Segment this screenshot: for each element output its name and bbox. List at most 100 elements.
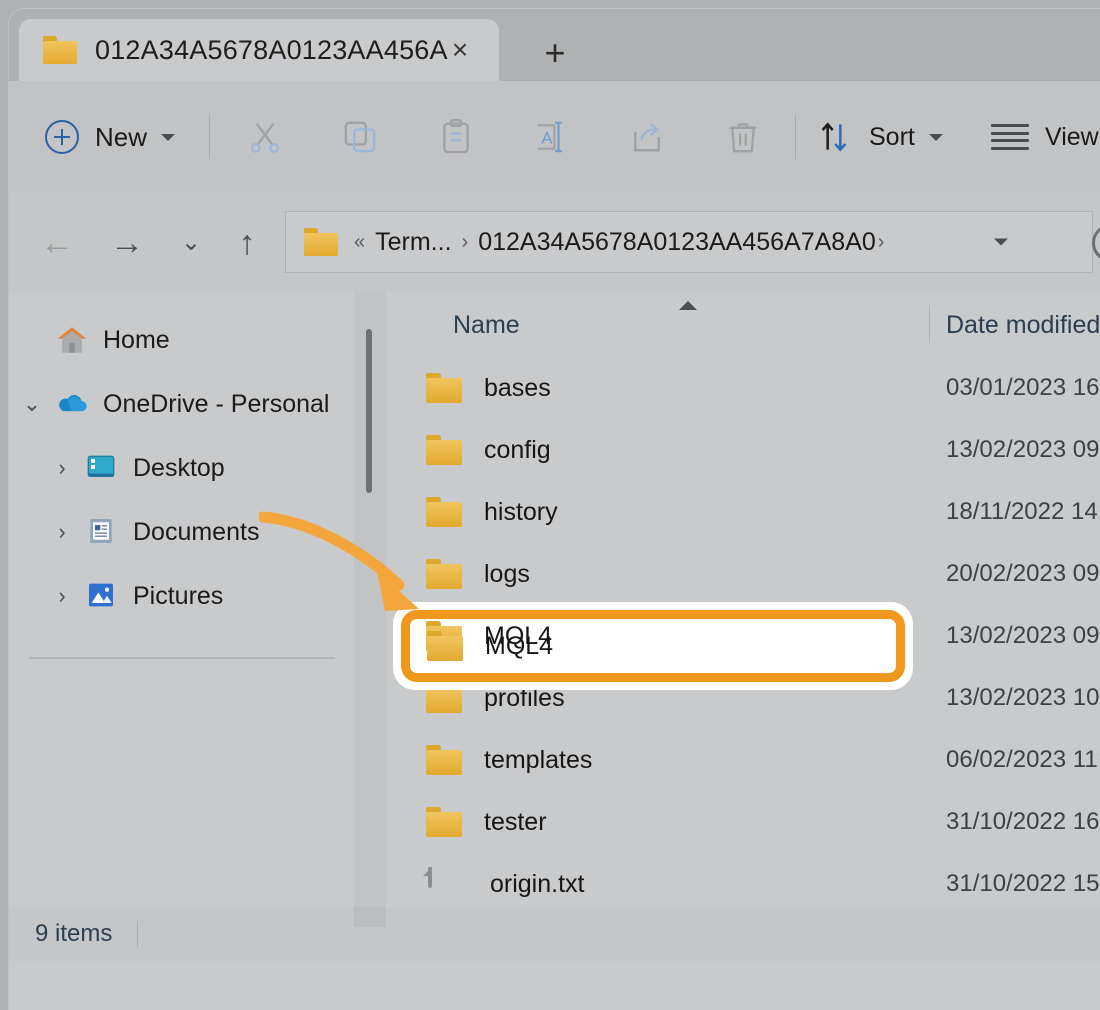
copy-button[interactable] <box>332 109 388 165</box>
table-row[interactable]: tester 31/10/2022 16:0 <box>386 791 1100 853</box>
copy-icon <box>344 121 376 153</box>
up-button[interactable]: ↑ <box>221 217 273 269</box>
breadcrumb-current[interactable]: 012A34A5678A0123AA456A7A8A0 <box>478 228 876 257</box>
file-name: MQL4 <box>485 631 554 660</box>
rename-button[interactable]: A <box>523 109 579 165</box>
column-divider[interactable] <box>929 305 930 343</box>
breadcrumb-separator-end[interactable]: › <box>878 231 885 254</box>
highlighted-item-mql4[interactable]: MQL4 <box>409 610 889 682</box>
address-folder-icon <box>304 228 338 256</box>
status-corner-block <box>354 907 386 927</box>
folder-icon <box>426 373 462 403</box>
status-divider <box>137 921 138 947</box>
forward-button[interactable]: → <box>101 217 153 269</box>
column-header-date-modified[interactable]: Date modified <box>946 311 1100 340</box>
file-name: origin.txt <box>490 869 585 898</box>
sidebar-item-label: OneDrive - Personal <box>103 389 330 418</box>
paste-icon <box>443 119 469 154</box>
sort-arrows-icon <box>821 122 847 152</box>
chevron-right-icon[interactable]: › <box>39 583 85 609</box>
sort-ascending-icon <box>679 301 697 310</box>
new-button-label: New <box>95 121 148 152</box>
chevron-down-icon <box>928 133 943 141</box>
toolbar-divider <box>209 115 210 159</box>
navigation-pane: Home ⌄ OneDrive - Personal › Desktop › D… <box>9 293 354 961</box>
new-tab-icon[interactable]: + <box>529 29 581 77</box>
sort-button[interactable]: Sort <box>815 109 943 165</box>
plus-circle-icon <box>45 120 79 154</box>
file-name: history <box>484 497 558 526</box>
search-icon[interactable] <box>1092 224 1100 262</box>
table-row[interactable]: history 18/11/2022 14:3 <box>386 481 1100 543</box>
trash-icon <box>729 123 757 153</box>
file-date: 18/11/2022 14:3 <box>946 498 1100 525</box>
share-button[interactable] <box>619 109 675 165</box>
address-bar[interactable]: « Term... › 012A34A5678A0123AA456A7A8A0 … <box>285 211 1093 273</box>
folder-icon <box>426 435 462 465</box>
breadcrumb-parent[interactable]: Term... <box>375 228 451 257</box>
address-chevron-down-icon[interactable] <box>994 238 1008 246</box>
view-button[interactable]: View <box>991 109 1099 165</box>
onedrive-cloud-icon <box>55 387 89 421</box>
file-name: bases <box>484 373 551 402</box>
item-count-label: 9 items <box>35 920 113 947</box>
folder-icon <box>426 745 462 775</box>
browser-tab[interactable]: 012A34A5678A0123AA456A × <box>19 19 499 81</box>
sidebar-item-home[interactable]: Home <box>9 313 354 367</box>
sidebar-divider <box>29 657 335 659</box>
cut-button[interactable] <box>237 109 293 165</box>
folder-icon <box>426 559 462 589</box>
tab-folder-icon <box>43 36 77 64</box>
back-button[interactable]: ← <box>31 217 83 269</box>
scissors-icon <box>250 122 280 153</box>
file-name: templates <box>484 745 593 774</box>
text-file-icon <box>428 867 464 899</box>
desktop-icon <box>85 451 119 485</box>
table-row[interactable]: origin.txt 31/10/2022 15:4 <box>386 853 1100 915</box>
status-bar: 9 items <box>9 907 1100 961</box>
file-date: 06/02/2023 11:3 <box>946 746 1100 773</box>
breadcrumb-overflow[interactable]: « <box>354 231 365 254</box>
toolbar-divider-2 <box>795 115 796 159</box>
table-row[interactable]: logs 20/02/2023 09:2 <box>386 543 1100 605</box>
pictures-icon <box>85 579 119 613</box>
file-name: logs <box>484 559 530 588</box>
file-date: 13/02/2023 09:5 <box>946 436 1100 463</box>
paste-button[interactable] <box>428 109 484 165</box>
navigation-pane-scrollbar-thumb[interactable] <box>366 329 372 493</box>
column-headers: Name Date modified <box>386 293 1100 355</box>
chevron-right-icon[interactable]: › <box>39 455 85 481</box>
table-row[interactable]: bases 03/01/2023 16:2 <box>386 357 1100 419</box>
svg-text:A: A <box>541 129 553 148</box>
table-row[interactable]: config 13/02/2023 09:5 <box>386 419 1100 481</box>
file-date: 13/02/2023 10:1 <box>946 684 1100 711</box>
title-bar: 012A34A5678A0123AA456A × + <box>9 9 1100 81</box>
sort-button-label: Sort <box>869 122 915 151</box>
view-button-label: View <box>1045 122 1099 151</box>
chevron-right-icon[interactable]: › <box>39 519 85 545</box>
sidebar-item-desktop[interactable]: › Desktop <box>9 441 354 495</box>
file-date: 13/02/2023 09:5 <box>946 622 1100 649</box>
recent-locations-button[interactable]: ⌄ <box>165 217 217 269</box>
folder-icon <box>426 497 462 527</box>
rename-icon: A <box>537 121 562 153</box>
file-date: 31/10/2022 15:4 <box>946 870 1100 897</box>
table-row[interactable]: templates 06/02/2023 11:3 <box>386 729 1100 791</box>
close-tab-icon[interactable]: × <box>445 35 475 65</box>
sidebar-item-documents[interactable]: › Documents <box>9 505 354 559</box>
share-icon <box>634 122 660 152</box>
new-button[interactable]: New <box>45 109 176 165</box>
explorer-window: 012A34A5678A0123AA456A × + New A Sort Vi… <box>8 8 1100 1010</box>
navigation-bar: ← → ⌄ ↑ « Term... › 012A34A5678A0123AA45… <box>9 193 1100 293</box>
delete-button[interactable] <box>715 109 771 165</box>
column-header-name[interactable]: Name <box>453 311 520 340</box>
sidebar-item-label: Desktop <box>133 453 225 482</box>
sidebar-item-onedrive[interactable]: ⌄ OneDrive - Personal <box>9 377 354 431</box>
home-icon <box>55 323 89 357</box>
sidebar-item-label: Home <box>103 325 170 354</box>
view-lines-icon <box>991 124 1029 150</box>
file-name: tester <box>484 807 547 836</box>
chevron-down-icon[interactable]: ⌄ <box>9 391 55 417</box>
documents-icon <box>85 515 119 549</box>
sidebar-item-pictures[interactable]: › Pictures <box>9 569 354 623</box>
